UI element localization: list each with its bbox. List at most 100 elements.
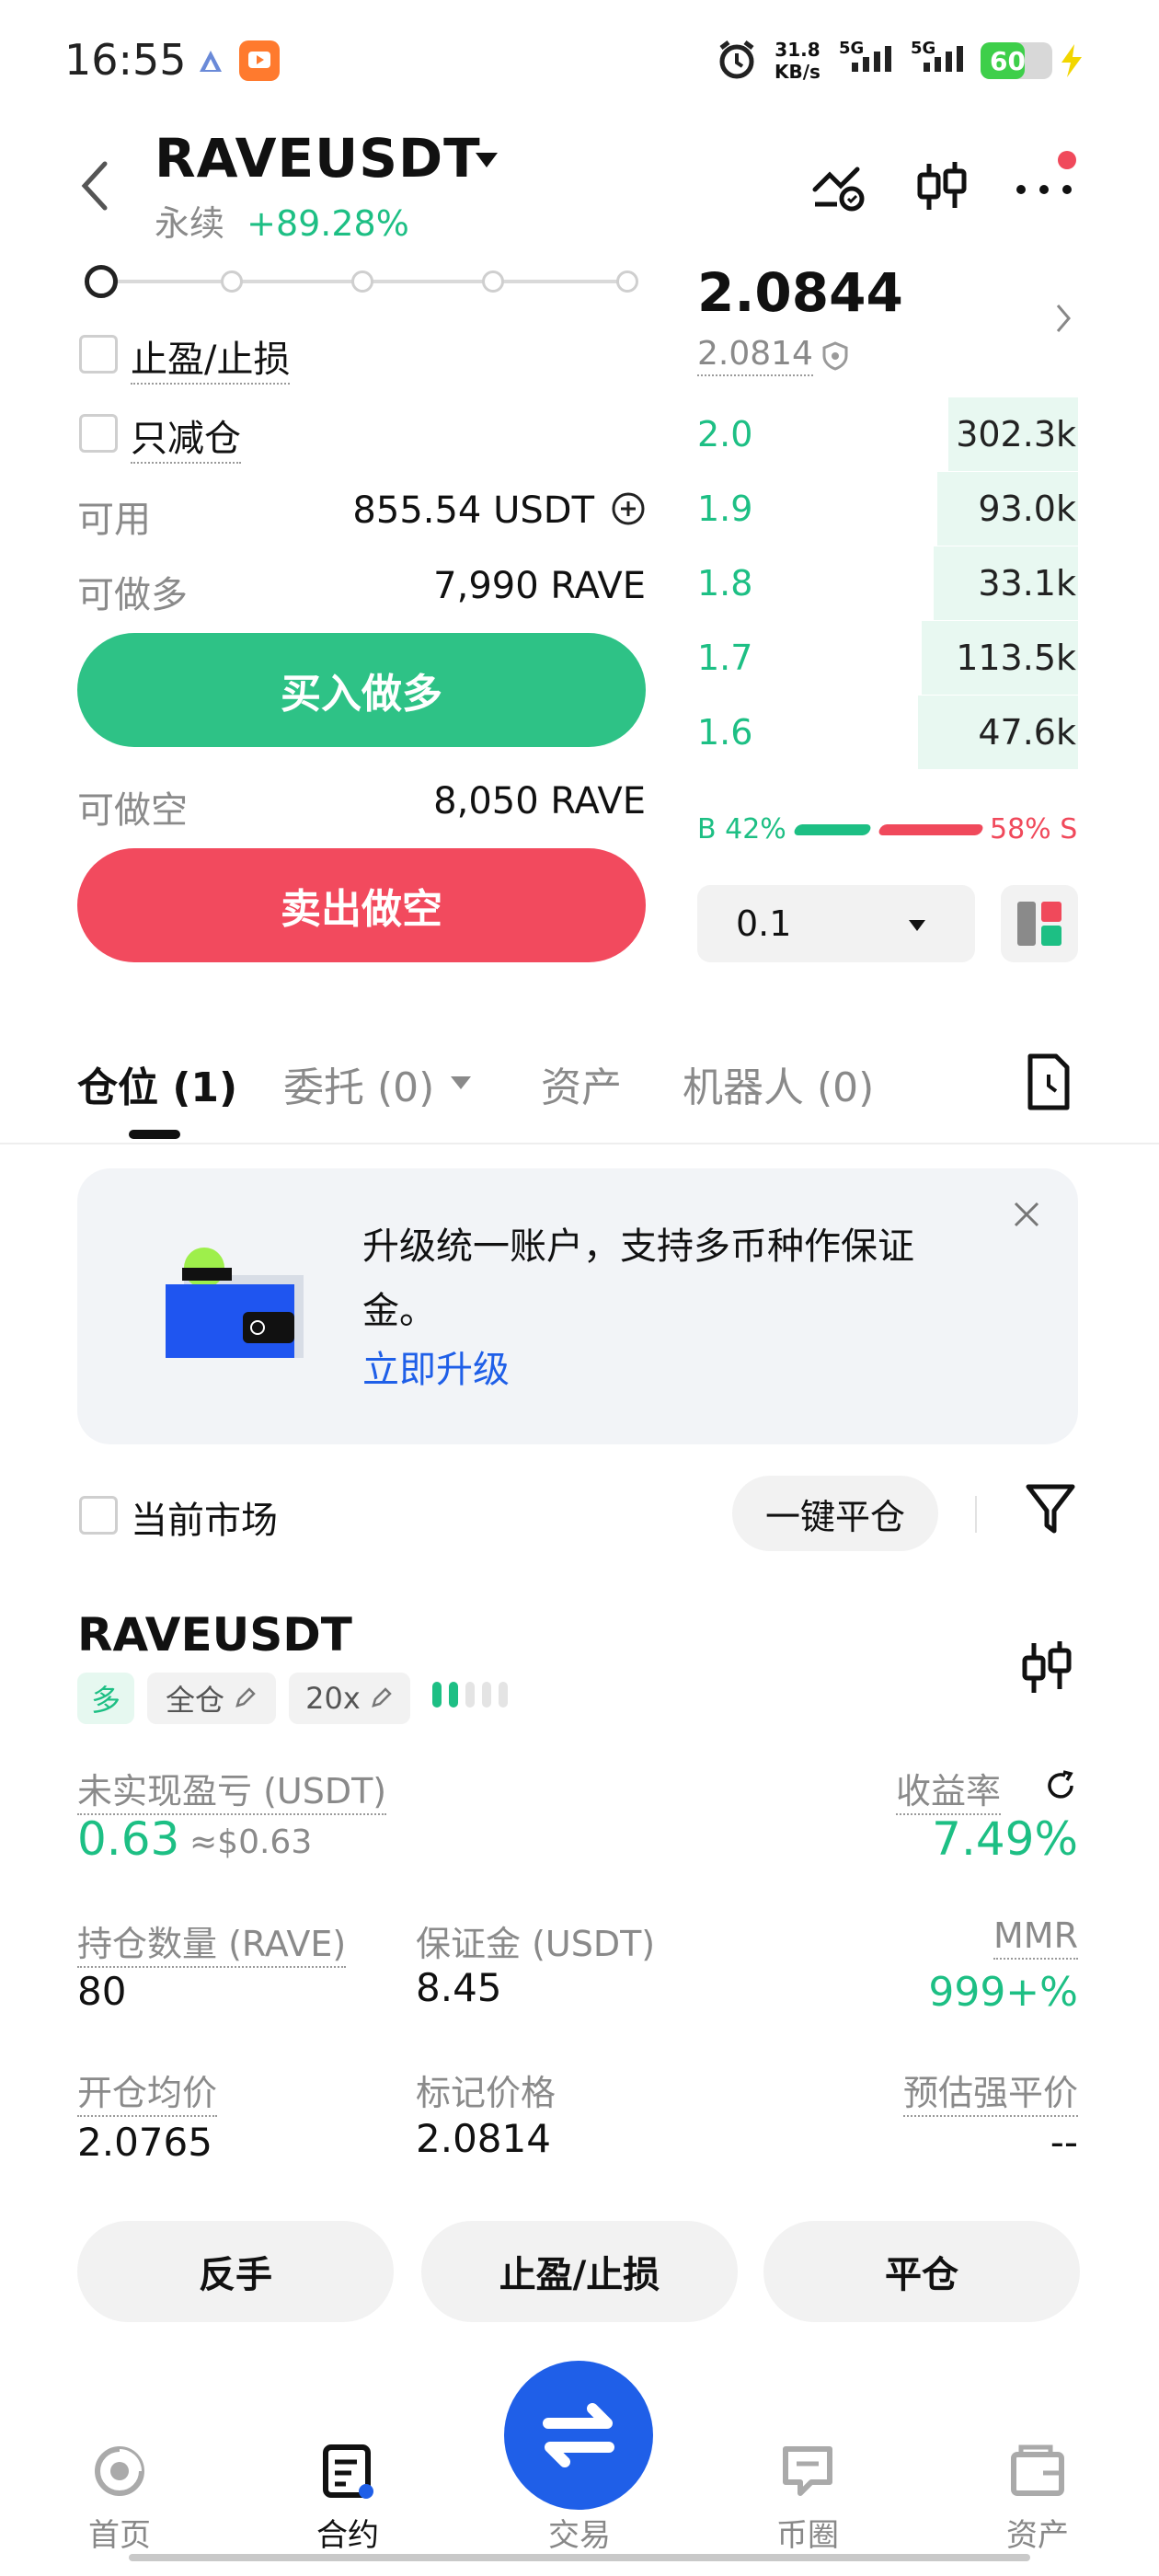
tab-assets[interactable]: 资产 bbox=[541, 1054, 622, 1113]
sell-ratio: 58% S bbox=[990, 813, 1078, 845]
buy-ratio: B 42% bbox=[697, 813, 786, 845]
trade-button[interactable] bbox=[504, 2361, 653, 2510]
available-value: 855.54 USDT bbox=[352, 489, 594, 532]
upgrade-banner: 升级统一账户，支持多币种作保证金。 立即升级 bbox=[77, 1168, 1078, 1444]
buy-ratio-bar bbox=[792, 824, 873, 835]
battery-level: 60 bbox=[990, 46, 1026, 76]
home-icon[interactable] bbox=[92, 2444, 147, 2499]
back-button[interactable] bbox=[77, 158, 114, 213]
edit-icon bbox=[235, 1687, 256, 1708]
assets-icon[interactable] bbox=[1010, 2444, 1065, 2499]
buy-long-button[interactable]: 买入做多 bbox=[77, 633, 646, 747]
nav-trade[interactable]: 交易 bbox=[515, 2510, 644, 2555]
tab-positions[interactable]: 仓位 (1) bbox=[77, 1054, 237, 1113]
reduce-only-checkbox[interactable] bbox=[79, 414, 118, 453]
tp-sl-checkbox[interactable] bbox=[79, 335, 118, 374]
mark-label: 标记价格 bbox=[416, 2073, 557, 2113]
leverage-tag[interactable]: 20x bbox=[289, 1673, 410, 1724]
orderbook-chevron-icon[interactable] bbox=[1052, 300, 1074, 340]
network-speed-unit: KB/s bbox=[775, 61, 820, 83]
short-available-value: 8,050 RAVE bbox=[433, 780, 646, 822]
tabs-divider bbox=[0, 1143, 1159, 1144]
pair-selector[interactable]: RAVEUSDT bbox=[155, 127, 481, 190]
close-icon[interactable] bbox=[1008, 1196, 1045, 1233]
orderbook-layout-icon[interactable] bbox=[1001, 885, 1078, 962]
wallet-illustration bbox=[166, 1238, 313, 1358]
margin-mode-tag[interactable]: 全仓 bbox=[147, 1673, 276, 1724]
candlestick-chart-icon[interactable] bbox=[1019, 1638, 1074, 1698]
nav-community[interactable]: 币圈 bbox=[743, 2510, 872, 2555]
margin-value: 8.45 bbox=[416, 1965, 502, 2010]
side-tag: 多 bbox=[77, 1673, 134, 1724]
available-label: 可用 bbox=[77, 499, 151, 541]
tp-sl-label[interactable]: 止盈/止损 bbox=[131, 329, 291, 385]
last-price: 2.0844 bbox=[697, 261, 903, 324]
slider-dot[interactable] bbox=[221, 270, 243, 293]
history-icon[interactable] bbox=[1023, 1052, 1074, 1111]
swap-icon bbox=[543, 2403, 614, 2467]
network-speed-value: 31.8 bbox=[775, 39, 820, 61]
caret-down-icon[interactable] bbox=[473, 149, 500, 175]
step-value: 0.1 bbox=[736, 903, 792, 944]
mark-price: 2.0814 bbox=[697, 335, 813, 376]
notification-dot bbox=[1058, 151, 1076, 169]
liq-label: 预估强平价 bbox=[902, 2064, 1078, 2117]
close-position-button[interactable]: 平仓 bbox=[763, 2221, 1080, 2322]
reverse-button[interactable]: 反手 bbox=[77, 2221, 394, 2322]
app-icon-video bbox=[239, 40, 280, 81]
entry-label: 开仓均价 bbox=[77, 2064, 218, 2117]
nav-assets[interactable]: 资产 bbox=[973, 2510, 1102, 2555]
entry-value: 2.0765 bbox=[77, 2120, 212, 2165]
caret-down-icon bbox=[909, 920, 925, 931]
slider-handle[interactable] bbox=[85, 265, 118, 298]
size-value: 80 bbox=[77, 1969, 127, 2014]
refresh-icon[interactable] bbox=[1043, 1768, 1078, 1803]
more-menu-icon[interactable] bbox=[1012, 166, 1076, 212]
slider-dot[interactable] bbox=[482, 270, 504, 293]
bid-price: 1.7 bbox=[697, 638, 753, 678]
upnl-label: 未实现盈亏 (USDT) bbox=[77, 1763, 387, 1815]
position-pair[interactable]: RAVEUSDT bbox=[77, 1608, 352, 1662]
app-icon-triangle bbox=[197, 48, 224, 75]
nav-home[interactable]: 首页 bbox=[55, 2510, 184, 2555]
bid-quantity: 47.6k bbox=[978, 712, 1076, 753]
reduce-only-label[interactable]: 只减仓 bbox=[131, 408, 241, 464]
candlestick-chart-icon[interactable] bbox=[912, 156, 973, 217]
signal-2: 5G bbox=[911, 39, 963, 72]
add-funds-icon[interactable] bbox=[611, 491, 646, 526]
sell-short-button[interactable]: 卖出做空 bbox=[77, 848, 646, 962]
margin-mode-value: 全仓 bbox=[165, 1683, 224, 1718]
upgrade-link[interactable]: 立即升级 bbox=[362, 1340, 510, 1393]
nav-contract[interactable]: 合约 bbox=[283, 2510, 412, 2555]
step-selector[interactable]: 0.1 bbox=[697, 885, 975, 962]
mark-price-value: 2.0814 bbox=[697, 335, 813, 376]
filter-icon[interactable] bbox=[1023, 1481, 1078, 1536]
contract-icon[interactable] bbox=[320, 2444, 375, 2499]
network-speed: 31.8 KB/s bbox=[775, 39, 820, 83]
orderbook-row[interactable]: 1.7 113.5k bbox=[697, 621, 1078, 695]
orderbook-row[interactable]: 1.8 33.1k bbox=[697, 546, 1078, 620]
orderbook-row[interactable]: 1.9 93.0k bbox=[697, 472, 1078, 546]
slider-dot[interactable] bbox=[616, 270, 638, 293]
signal-bars-icon bbox=[924, 46, 963, 72]
orderbook-row[interactable]: 2.0 302.3k bbox=[697, 397, 1078, 471]
close-all-button[interactable]: 一键平仓 bbox=[732, 1476, 938, 1551]
status-time: 16:55 bbox=[64, 35, 187, 85]
battery-icon: 60 bbox=[981, 42, 1052, 79]
current-market-label[interactable]: 当前市场 bbox=[131, 1490, 278, 1544]
long-available-label: 可做多 bbox=[77, 574, 188, 616]
community-icon[interactable] bbox=[780, 2444, 835, 2499]
current-market-checkbox[interactable] bbox=[79, 1496, 118, 1535]
tab-bots[interactable]: 机器人 (0) bbox=[683, 1054, 874, 1113]
slider-dot[interactable] bbox=[351, 270, 373, 293]
tab-orders[interactable]: 委托 (0) bbox=[283, 1054, 434, 1113]
trend-alert-icon[interactable] bbox=[809, 156, 870, 217]
bid-quantity: 302.3k bbox=[956, 414, 1076, 454]
signal-1: 5G bbox=[839, 39, 891, 72]
orderbook-row[interactable]: 1.6 47.6k bbox=[697, 696, 1078, 769]
size-label: 持仓数量 (RAVE) bbox=[77, 1915, 347, 1968]
bid-price: 2.0 bbox=[697, 414, 753, 454]
caret-down-icon[interactable] bbox=[449, 1075, 473, 1095]
tp-sl-button[interactable]: 止盈/止损 bbox=[421, 2221, 738, 2322]
upnl-value: 0.63 bbox=[77, 1812, 180, 1866]
